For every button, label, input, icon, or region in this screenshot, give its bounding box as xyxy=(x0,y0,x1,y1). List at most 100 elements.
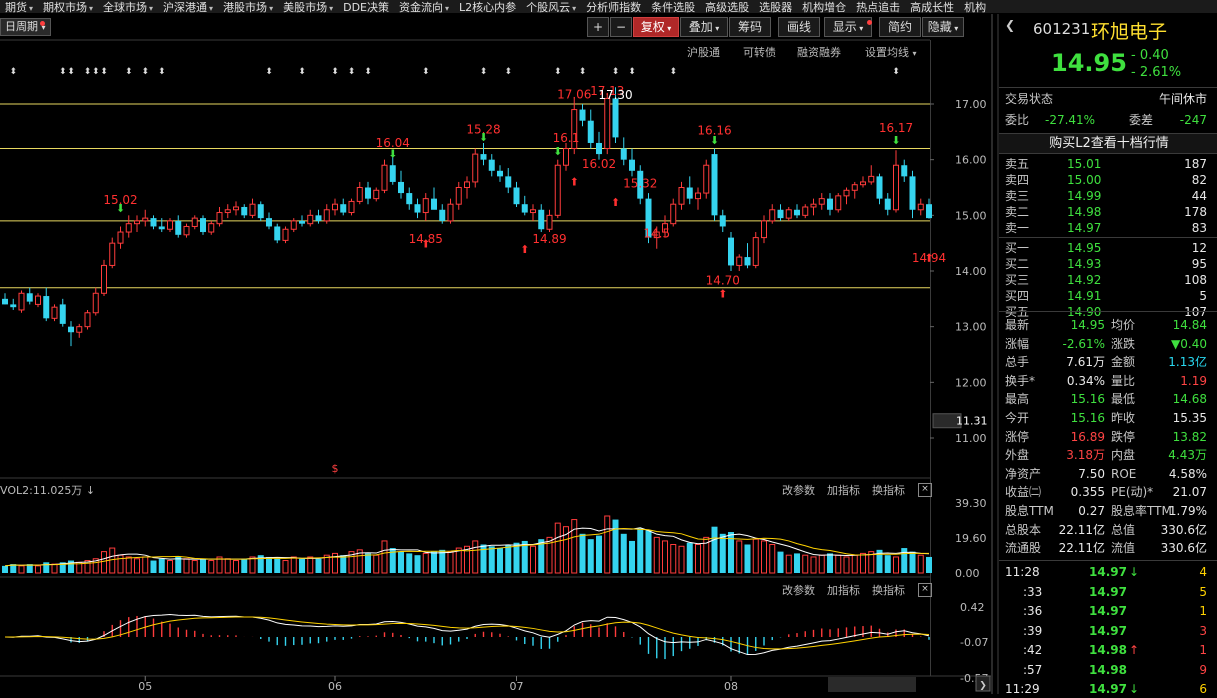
candle-body[interactable] xyxy=(835,195,842,211)
buy-level-row[interactable]: 买二 14.93 95 xyxy=(1005,256,1213,272)
candle-body[interactable] xyxy=(686,187,693,199)
candle-body[interactable] xyxy=(208,223,215,233)
candle-body[interactable] xyxy=(76,326,83,333)
candle-body[interactable] xyxy=(332,203,338,211)
candle-body[interactable] xyxy=(422,198,429,214)
candle-body[interactable] xyxy=(860,181,866,186)
candle-body[interactable] xyxy=(480,154,487,160)
candle-body[interactable] xyxy=(497,170,503,177)
back-arrow-icon[interactable]: ❮ xyxy=(1005,18,1015,32)
buy-l2-banner[interactable]: 购买L2查看十档行情 xyxy=(999,133,1217,154)
candle-body[interactable] xyxy=(92,292,99,314)
candle-body[interactable] xyxy=(761,220,767,239)
candle-body[interactable] xyxy=(249,203,256,216)
sell-level-row[interactable]: 卖三 14.99 44 xyxy=(1005,188,1213,204)
candle-body[interactable] xyxy=(299,220,305,224)
candle-body[interactable] xyxy=(373,189,380,200)
candle-body[interactable] xyxy=(587,120,594,143)
candle-body[interactable] xyxy=(513,187,520,205)
vol-switch-indicator-button[interactable]: 换指标 xyxy=(872,482,905,498)
candle-body[interactable] xyxy=(464,181,470,189)
candle-body[interactable] xyxy=(142,217,149,222)
macd-change-params-button[interactable]: 改参数 xyxy=(782,582,815,598)
candle-body[interactable] xyxy=(414,204,421,213)
candle-body[interactable] xyxy=(109,242,116,266)
candle-body[interactable] xyxy=(431,198,437,210)
candle-body[interactable] xyxy=(620,148,627,160)
candle-body[interactable] xyxy=(843,189,850,197)
candle-body[interactable] xyxy=(323,209,330,222)
candle-body[interactable] xyxy=(43,296,50,319)
candle-body[interactable] xyxy=(777,209,784,219)
candle-body[interactable] xyxy=(315,215,322,221)
candle-body[interactable] xyxy=(695,192,701,200)
candle-body[interactable] xyxy=(678,187,685,205)
sell-level-row[interactable]: 卖二 14.98 178 xyxy=(1005,204,1213,220)
candle-body[interactable] xyxy=(35,295,41,305)
macd-close-icon[interactable]: × xyxy=(918,583,932,597)
candle-body[interactable] xyxy=(365,187,371,199)
candle-body[interactable] xyxy=(447,203,454,222)
candle-body[interactable] xyxy=(307,214,314,225)
date-scroll-box[interactable] xyxy=(828,677,916,692)
candle-body[interactable] xyxy=(381,164,388,191)
buy-level-row[interactable]: 买三 14.92 108 xyxy=(1005,272,1213,288)
candle-body[interactable] xyxy=(563,148,569,166)
candle-body[interactable] xyxy=(150,218,157,227)
vol-add-indicator-button[interactable]: 加指标 xyxy=(827,482,860,498)
sell-level-row[interactable]: 卖四 15.00 82 xyxy=(1005,172,1213,188)
candle-body[interactable] xyxy=(266,218,272,227)
candle-body[interactable] xyxy=(290,220,297,230)
candle-body[interactable] xyxy=(216,212,223,225)
candle-body[interactable] xyxy=(68,326,74,333)
candle-body[interactable] xyxy=(884,198,891,210)
candle-body[interactable] xyxy=(711,154,718,216)
sell-level-row[interactable]: 卖一 14.97 83 xyxy=(1005,220,1213,236)
candle-body[interactable] xyxy=(2,298,8,305)
candle-body[interactable] xyxy=(340,204,347,213)
candle-body[interactable] xyxy=(876,176,883,199)
candle-body[interactable] xyxy=(472,153,479,183)
candle-body[interactable] xyxy=(868,175,875,183)
candle-body[interactable] xyxy=(439,209,446,221)
candle-body[interactable] xyxy=(51,306,58,319)
candle-body[interactable] xyxy=(530,209,536,214)
candle-body[interactable] xyxy=(604,97,611,150)
candle-body[interactable] xyxy=(282,228,289,241)
candle-body[interactable] xyxy=(191,217,198,227)
macd-add-indicator-button[interactable]: 加指标 xyxy=(827,582,860,598)
candle-body[interactable] xyxy=(348,200,355,214)
sell-level-row[interactable]: 卖五 15.01 187 xyxy=(1005,156,1213,172)
candle-body[interactable] xyxy=(719,215,726,227)
candle-body[interactable] xyxy=(455,187,462,205)
candle-body[interactable] xyxy=(117,231,124,244)
candle-body[interactable] xyxy=(785,209,792,219)
candle-body[interactable] xyxy=(629,159,635,171)
candle-body[interactable] xyxy=(769,209,776,222)
candle-body[interactable] xyxy=(521,204,528,213)
candle-body[interactable] xyxy=(703,164,710,194)
candle-body[interactable] xyxy=(389,165,396,182)
candle-body[interactable] xyxy=(241,206,248,216)
macd-switch-indicator-button[interactable]: 换指标 xyxy=(872,582,905,598)
candle-body[interactable] xyxy=(546,214,553,230)
candle-body[interactable] xyxy=(752,237,759,266)
candle-body[interactable] xyxy=(505,176,512,188)
candle-body[interactable] xyxy=(233,206,239,211)
candle-body[interactable] xyxy=(84,312,91,328)
candle-body[interactable] xyxy=(917,203,924,211)
candle-body[interactable] xyxy=(175,220,182,235)
candle-body[interactable] xyxy=(10,304,17,308)
candle-body[interactable] xyxy=(802,206,809,216)
candle-body[interactable] xyxy=(59,304,66,324)
candle-body[interactable] xyxy=(579,109,586,121)
candle-body[interactable] xyxy=(728,237,734,266)
candle-body[interactable] xyxy=(851,184,858,191)
candle-body[interactable] xyxy=(818,198,825,205)
vol-close-icon[interactable]: × xyxy=(918,483,932,497)
candle-body[interactable] xyxy=(101,264,107,294)
candle-body[interactable] xyxy=(612,98,619,138)
candle-body[interactable] xyxy=(736,256,743,266)
candle-body[interactable] xyxy=(356,187,363,202)
candle-body[interactable] xyxy=(125,223,132,233)
